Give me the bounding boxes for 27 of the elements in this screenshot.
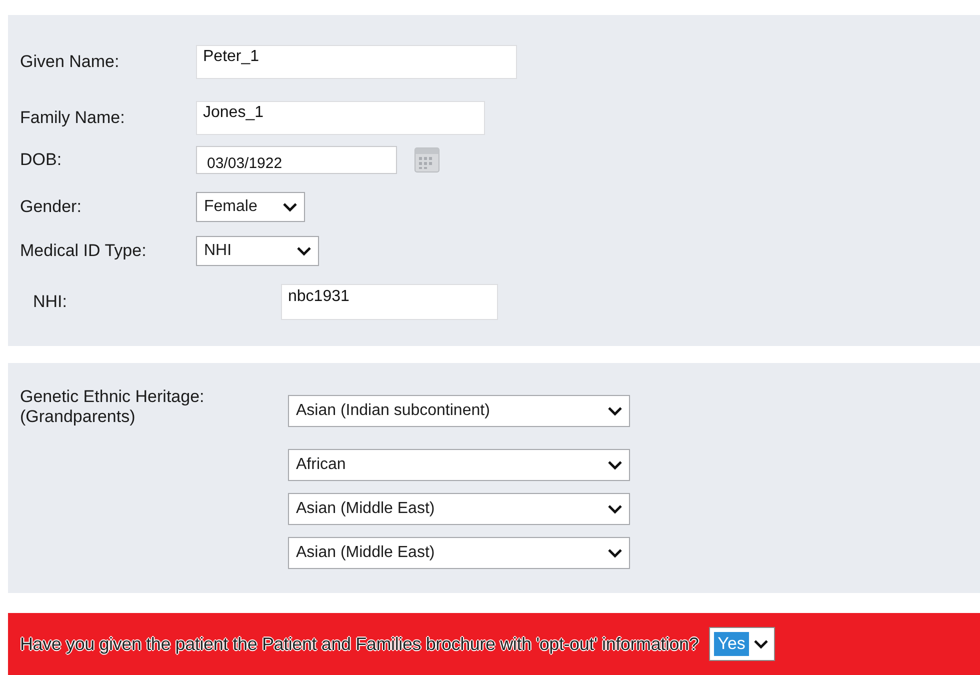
field-label: Given Name: [20,52,120,72]
dropdown[interactable]: NHI [196,236,319,266]
field-label: Gender: [20,197,82,217]
caret-icon [607,504,623,514]
field-label: Medical ID Type: [20,241,148,261]
caret-icon [282,202,298,212]
question-text: Have you given the patient the Patient and Families brochure with 'opt-out' information? [20,634,699,654]
text-field[interactable]: Peter_1 [196,45,517,79]
text-field[interactable]: Jones_1 [196,101,485,135]
date-field[interactable]: 03/03/1922 [196,146,397,174]
field-label: DOB: [20,150,63,170]
caret-icon [296,246,312,256]
dropdown[interactable]: Asian (Middle East) [288,493,630,525]
field-label: Family Name: [20,108,126,128]
field-label: NHI: [32,292,68,312]
caret-icon [607,460,623,470]
dropdown[interactable]: Female [196,192,305,222]
caret-icon [607,548,623,558]
text-field[interactable]: nbc1931 [281,284,498,320]
caret-icon [607,406,623,416]
dropdown[interactable]: Asian (Middle East) [288,537,630,569]
caret-icon [753,639,770,649]
calendar-icon[interactable] [414,147,440,173]
dropdown[interactable]: Asian (Indian subcontinent) [288,395,630,427]
field-label: Genetic Ethnic Heritage: [20,387,206,407]
dropdown[interactable]: African [288,449,630,481]
field-label: (Grandparents) [20,407,136,427]
